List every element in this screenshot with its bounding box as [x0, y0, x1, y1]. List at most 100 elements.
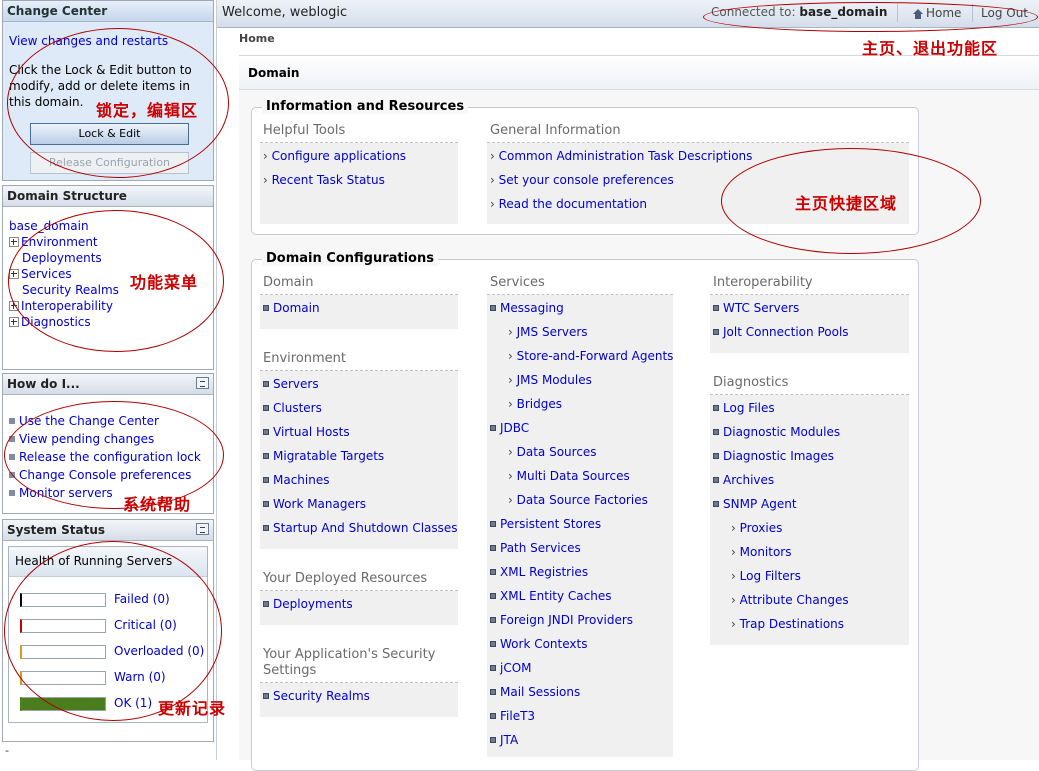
machines-link[interactable]: Machines [263, 473, 329, 487]
diagnostics-monitors-link[interactable]: › Monitors [731, 545, 792, 559]
services-messaging-link[interactable]: Messaging [490, 301, 564, 315]
howto-release-lock[interactable]: Release the configuration lock [19, 450, 201, 464]
health-label-warn[interactable]: Warn (0) [114, 670, 166, 684]
services-persistent-stores-link[interactable]: Persistent Stores [490, 517, 601, 531]
view-changes-link[interactable]: View changes and restarts [9, 34, 168, 48]
howto-use-change-center[interactable]: Use the Change Center [19, 414, 159, 428]
expand-icon[interactable] [9, 268, 19, 279]
annotation-lock-edit: 锁定，编辑区 [96, 101, 199, 120]
how-do-i-title: How do I... [3, 374, 213, 395]
services-work-contexts-link[interactable]: Work Contexts [490, 637, 587, 651]
connected-domain: base_domain [799, 5, 888, 19]
page-title: Domain [248, 66, 300, 80]
console-preferences-link[interactable]: › Set your console preferences [490, 173, 674, 187]
interop-jolt-connection-pools-link[interactable]: Jolt Connection Pools [713, 325, 849, 339]
security-realms-link[interactable]: Security Realms [263, 689, 370, 703]
health-bar-fill [22, 698, 105, 710]
health-label-ok[interactable]: OK (1) [114, 696, 152, 710]
welcome-text: Welcome, weblogic [222, 5, 348, 20]
tree-item-deployments[interactable]: Deployments [22, 251, 102, 265]
tree-item-environment[interactable]: Environment [21, 235, 98, 249]
diagnostics-trap-destinations-link[interactable]: › Trap Destinations [731, 617, 844, 631]
tree-root-base-domain[interactable]: base_domain [9, 219, 89, 233]
services-xml-registries-link[interactable]: XML Registries [490, 565, 588, 579]
bullet-icon [490, 616, 496, 623]
tree-item-diagnostics[interactable]: Diagnostics [21, 315, 91, 329]
bullet-icon [9, 489, 15, 496]
admin-task-descriptions-link[interactable]: › Common Administration Task Description… [490, 149, 752, 163]
health-label-failed[interactable]: Failed (0) [114, 592, 170, 606]
interop-wtc-servers-link[interactable]: WTC Servers [713, 301, 799, 315]
services-path-services-link[interactable]: Path Services [490, 541, 581, 555]
expand-icon[interactable] [9, 316, 19, 327]
clusters-link[interactable]: Clusters [263, 401, 322, 415]
link-text: Persistent Stores [500, 517, 602, 531]
diagnostics-diagnostic-images-link[interactable]: Diagnostic Images [713, 449, 834, 463]
services-data-sources-link[interactable]: › Data Sources [508, 445, 597, 459]
lock-edit-button[interactable]: Lock & Edit [30, 123, 189, 145]
collapse-panel-icon[interactable] [196, 523, 209, 535]
howto-monitor-servers[interactable]: Monitor servers [19, 486, 113, 500]
work-managers-link[interactable]: Work Managers [263, 497, 366, 511]
services-jms-servers-link[interactable]: › JMS Servers [508, 325, 588, 339]
collapse-panel-icon[interactable] [196, 377, 209, 389]
tree-item-security-realms[interactable]: Security Realms [22, 283, 119, 297]
home-link[interactable]: Home [913, 6, 961, 20]
logout-link[interactable]: Log Out [981, 6, 1028, 20]
domain-link[interactable]: Domain [263, 301, 320, 315]
startup-shutdown-link[interactable]: Startup And Shutdown Classes [263, 521, 458, 535]
services-bridges-link[interactable]: › Bridges [508, 397, 562, 411]
services-mail-sessions-link[interactable]: Mail Sessions [490, 685, 580, 699]
change-center-panel: Change Center View changes and restarts … [2, 0, 214, 181]
virtual-hosts-link[interactable]: Virtual Hosts [263, 425, 350, 439]
services-data-source-factories-link[interactable]: › Data Source Factories [508, 493, 648, 507]
health-row-critical: Critical (0) [20, 618, 210, 634]
services-store-and-forward-agents-link[interactable]: › Store-and-Forward Agents [508, 349, 673, 363]
read-documentation-link[interactable]: › Read the documentation [490, 197, 647, 211]
expand-icon[interactable] [9, 300, 19, 311]
diagnostics-attribute-changes-link[interactable]: › Attribute Changes [731, 593, 849, 607]
migratable-targets-link[interactable]: Migratable Targets [263, 449, 384, 463]
domain-config-title: Domain Configurations [262, 251, 438, 266]
configure-applications-link[interactable]: › Configure applications [263, 149, 406, 163]
diagnostics-log-files-link[interactable]: Log Files [713, 401, 775, 415]
divider [260, 590, 458, 591]
chevron-right-icon: › [508, 493, 517, 507]
expand-icon[interactable] [9, 236, 19, 247]
services-jdbc-link[interactable]: JDBC [490, 421, 529, 435]
services-filet3-link[interactable]: FileT3 [490, 709, 535, 723]
diagnostics-archives-link[interactable]: Archives [713, 473, 774, 487]
chevron-right-icon: › [508, 373, 517, 387]
link-text: Attribute Changes [739, 593, 849, 607]
bullet-icon [263, 476, 269, 483]
domain-structure-title: Domain Structure [3, 186, 213, 207]
howto-change-preferences[interactable]: Change Console preferences [19, 468, 191, 482]
diagnostics-proxies-link[interactable]: › Proxies [731, 521, 782, 535]
how-do-i-list: Use the Change Center View pending chang… [9, 412, 201, 502]
diagnostics-diagnostic-modules-link[interactable]: Diagnostic Modules [713, 425, 840, 439]
diagnostics-log-filters-link[interactable]: › Log Filters [731, 569, 801, 583]
services-multi-data-sources-link[interactable]: › Multi Data Sources [508, 469, 630, 483]
deployments-link[interactable]: Deployments [263, 597, 353, 611]
services-foreign-jndi-providers-link[interactable]: Foreign JNDI Providers [490, 613, 633, 627]
tree-item-services[interactable]: Services [21, 267, 72, 281]
services-jta-link[interactable]: JTA [490, 733, 518, 747]
bullet-icon [9, 453, 15, 460]
breadcrumb[interactable]: Home [239, 32, 275, 45]
services-jcom-link[interactable]: jCOM [490, 661, 532, 675]
services-xml-entity-caches-link[interactable]: XML Entity Caches [490, 589, 612, 603]
health-label-critical[interactable]: Critical (0) [114, 618, 177, 632]
release-configuration-button[interactable]: Release Configuration [30, 152, 189, 174]
howto-view-pending-changes[interactable]: View pending changes [19, 432, 154, 446]
servers-link[interactable]: Servers [263, 377, 319, 391]
column-divider [216, 0, 217, 760]
bullet-icon [263, 304, 269, 311]
col3-heading-interop: Interoperability [713, 275, 813, 290]
connected-to: Connected to: base_domain [711, 5, 887, 19]
diagnostics-snmp-agent-link[interactable]: SNMP Agent [713, 497, 797, 511]
tree-item-interoperability[interactable]: Interoperability [21, 299, 113, 313]
bullet-icon [490, 688, 496, 695]
services-jms-modules-link[interactable]: › JMS Modules [508, 373, 592, 387]
recent-task-status-link[interactable]: › Recent Task Status [263, 173, 385, 187]
health-label-overloaded[interactable]: Overloaded (0) [114, 644, 204, 658]
